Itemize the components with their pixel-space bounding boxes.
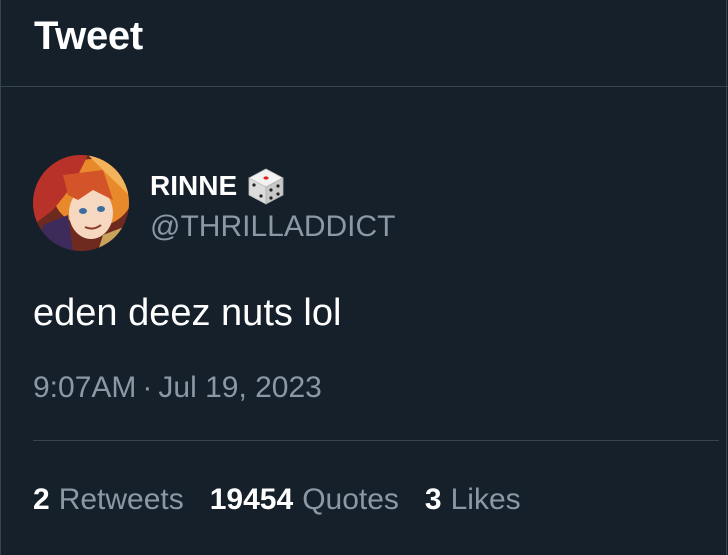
tweet-text: eden deez nuts lol [33, 292, 342, 334]
quotes-stat[interactable]: 19454 Quotes [210, 483, 399, 517]
tweet-time: 9:07AM [33, 371, 137, 404]
retweets-label: Retweets [58, 483, 184, 516]
likes-count: 3 [424, 483, 442, 516]
tweet-detail-panel: Tweet RINNE @THRILLADDICT eden deez nuts… [0, 0, 728, 555]
tweet-timestamp[interactable]: 9:07AM · Jul 19, 2023 [33, 371, 322, 405]
tweet-date: Jul 19, 2023 [158, 371, 322, 404]
engagement-stats: 2 Retweets 19454 Quotes 3 Likes [33, 483, 521, 517]
retweets-stat[interactable]: 2 Retweets [33, 483, 184, 517]
meta-separator: · [142, 371, 153, 404]
quotes-count: 19454 [209, 483, 294, 516]
display-name[interactable]: RINNE [150, 170, 237, 202]
likes-stat[interactable]: 3 Likes [425, 483, 521, 517]
divider [33, 440, 719, 441]
page-title: Tweet [34, 14, 143, 58]
retweets-count: 2 [33, 483, 50, 516]
avatar-image [33, 155, 129, 251]
likes-label: Likes [450, 483, 521, 516]
dice-icon [246, 166, 286, 206]
page-header: Tweet [1, 0, 728, 87]
author-name-row[interactable]: RINNE [150, 166, 286, 206]
avatar[interactable] [33, 155, 129, 251]
author-handle[interactable]: @THRILLADDICT [150, 210, 395, 244]
quotes-label: Quotes [302, 483, 399, 516]
